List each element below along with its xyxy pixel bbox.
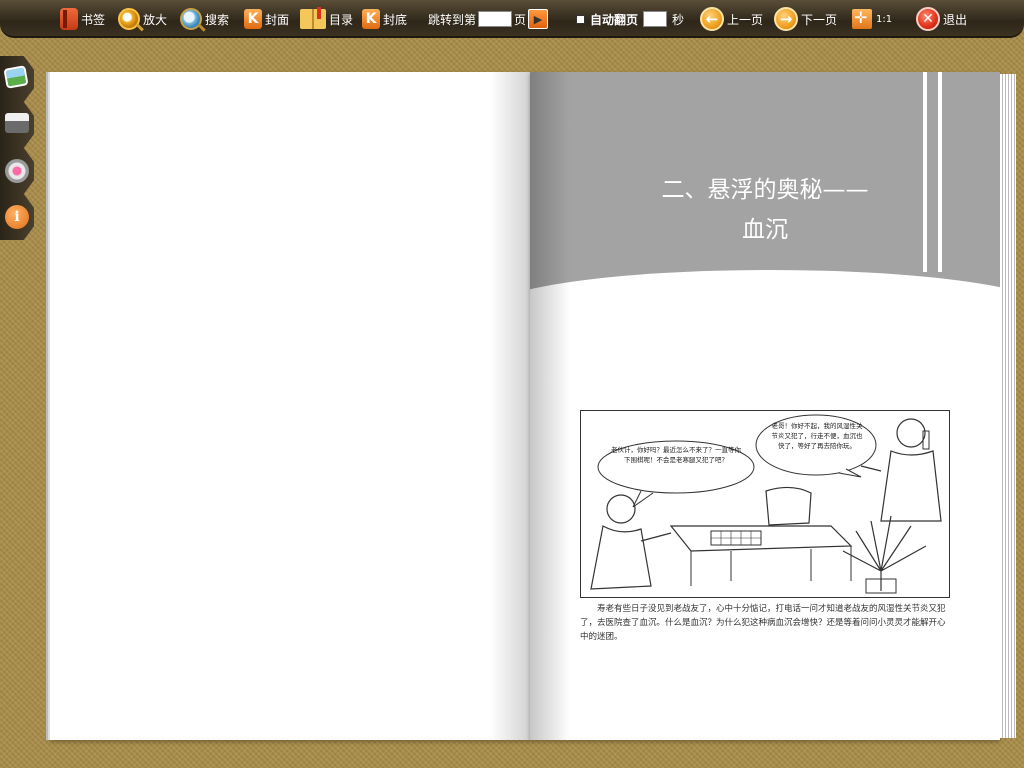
- seconds-input[interactable]: [643, 11, 668, 27]
- zoom-label: 放大: [143, 12, 168, 27]
- jump-suffix-label: 页: [514, 12, 527, 27]
- side-tab-print[interactable]: [0, 102, 34, 148]
- illustration-caption: 寿老有些日子没见到老战友了，心中十分惦记，打电话一问才知道老战友的风湿性关节炎又…: [580, 604, 946, 642]
- ratio-label: 1:1: [876, 13, 893, 25]
- back-cover-label: 封底: [383, 12, 408, 27]
- old-man-body: [590, 525, 652, 590]
- gear-icon: [5, 159, 29, 183]
- play-icon: ▶: [533, 12, 543, 26]
- cartoon-illustration: 老伙计，你好吗？最近怎么不来了？一直等你下围棋呢！不会是老寒腿又犯了吧？ 老哥！…: [580, 410, 950, 598]
- cover-button[interactable]: K 封面: [244, 6, 289, 32]
- toc-label: 目录: [329, 12, 354, 27]
- zoom-in-button[interactable]: 放大: [118, 6, 167, 32]
- speech-bubble-tail: [632, 490, 654, 508]
- page-jump: 跳转到第 页 ▶: [428, 6, 549, 32]
- speech-bubble-left-text: 老伙计，你好吗？最近怎么不来了？一直等你下围棋呢！不会是老寒腿又犯了吧？: [611, 446, 741, 464]
- bookmark-icon: [60, 8, 78, 30]
- arrow-left-icon: ←: [700, 7, 724, 31]
- chapter-title-line2: 血沉: [742, 217, 788, 243]
- speech-bubble-left-text-box: 老伙计，你好吗？最近怎么不来了？一直等你下围棋呢！不会是老寒腿又犯了吧？: [611, 446, 741, 464]
- header-stripe: [923, 72, 927, 272]
- back-cover-button[interactable]: K 封底: [362, 6, 407, 32]
- search-button[interactable]: 搜索: [180, 6, 229, 32]
- toolbar: 书签 放大 搜索 K 封面 目录 K 封底 跳转到第 页 ▶ 自动翻页 秒 ← …: [0, 0, 1024, 38]
- close-icon: ✕: [916, 7, 940, 31]
- man-body: [880, 450, 942, 522]
- search-label: 搜索: [205, 12, 230, 27]
- header-curve: [530, 270, 1000, 390]
- auto-flip-label: 自动翻页: [590, 12, 639, 27]
- go-button[interactable]: ▶: [528, 9, 549, 29]
- auto-flip: 自动翻页 秒: [576, 6, 684, 32]
- prev-page-button[interactable]: ← 上一页: [700, 6, 763, 32]
- exit-button[interactable]: ✕ 退出: [916, 6, 967, 32]
- fit-button[interactable]: 1:1: [852, 6, 892, 32]
- chapter-title: 二、悬浮的奥秘—— 血沉: [610, 170, 920, 250]
- info-icon: i: [5, 205, 29, 229]
- potted-plant: [842, 515, 927, 591]
- jump-prefix-label: 跳转到第: [428, 12, 477, 27]
- last-page-icon: K: [362, 9, 380, 29]
- print-icon: [5, 113, 29, 133]
- cover-label: 封面: [265, 12, 290, 27]
- page-gutter-shadow: [530, 72, 570, 740]
- seconds-label: 秒: [672, 12, 685, 27]
- side-tab-settings[interactable]: [0, 148, 34, 194]
- man-head: [896, 418, 926, 448]
- book-icon: [300, 7, 326, 29]
- bookmark-button[interactable]: 书签: [60, 6, 105, 32]
- speech-bubble-right-text-box: 老哥！你好不起，我的风湿性关节炎又犯了，行走不便，血沉也快了，等好了再去陪你玩。: [771, 422, 863, 450]
- book-viewer: 二、悬浮的奥秘—— 血沉 老伙计，你好吗？最近怎么不来了？一直等你下围棋呢！不会…: [50, 70, 1016, 742]
- photo-icon: [3, 65, 29, 89]
- zoom-in-icon: [118, 8, 140, 30]
- right-page[interactable]: 二、悬浮的奥秘—— 血沉 老伙计，你好吗？最近怎么不来了？一直等你下围棋呢！不会…: [530, 72, 1000, 740]
- desk-legs: [690, 546, 852, 586]
- phone-handset: [922, 430, 930, 450]
- cartoon-drawing: 老伙计，你好吗？最近怎么不来了？一直等你下围棋呢！不会是老寒腿又犯了吧？ 老哥！…: [590, 414, 942, 594]
- auto-flip-checkbox[interactable]: [576, 14, 585, 24]
- left-page[interactable]: [50, 72, 530, 740]
- side-tab-gallery[interactable]: [0, 56, 34, 102]
- first-page-icon: K: [244, 9, 262, 29]
- old-man-arm: [640, 532, 672, 542]
- search-icon: [180, 8, 202, 30]
- header-stripe: [938, 72, 942, 272]
- chapter-title-line1: 二、悬浮的奥秘——: [661, 177, 869, 203]
- side-tab-info[interactable]: i: [0, 194, 34, 240]
- next-page-button[interactable]: → 下一页: [774, 6, 837, 32]
- speech-bubble-right-text: 老哥！你好不起，我的风湿性关节炎又犯了，行走不便，血沉也快了，等好了再去陪你玩。: [771, 422, 863, 450]
- exit-label: 退出: [943, 12, 968, 27]
- next-label: 下一页: [801, 12, 838, 27]
- fit-to-page-icon: [852, 8, 872, 29]
- arrow-right-icon: →: [774, 7, 798, 31]
- toc-button[interactable]: 目录: [300, 6, 353, 32]
- prev-label: 上一页: [727, 12, 764, 27]
- old-man-head: [606, 494, 636, 524]
- office-chair: [765, 486, 812, 526]
- page-stack-edge: [1000, 74, 1016, 738]
- page-number-input[interactable]: [478, 11, 513, 27]
- bookmark-label: 书签: [81, 12, 106, 27]
